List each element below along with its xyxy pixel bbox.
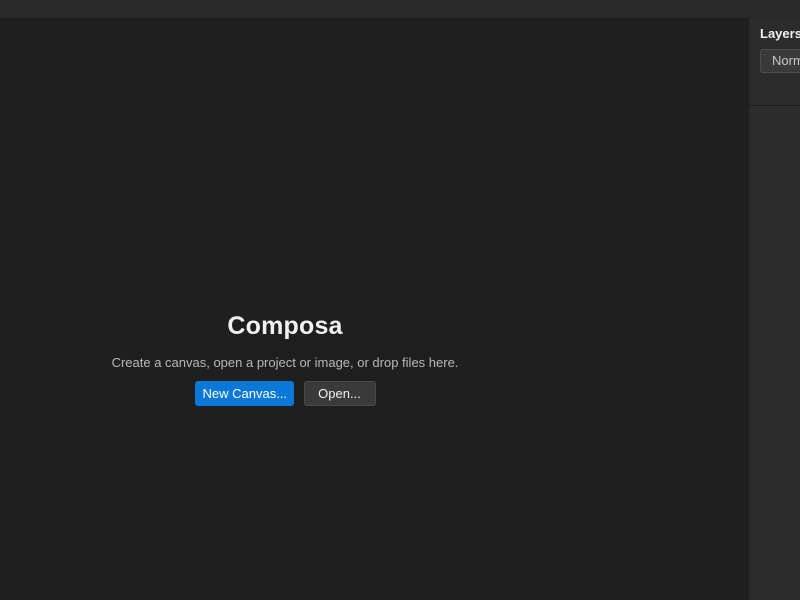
welcome-actions: New Canvas... Open... bbox=[0, 381, 570, 406]
app-window: Composa Create a canvas, open a project … bbox=[0, 0, 800, 600]
layers-title: Layers bbox=[760, 26, 800, 41]
open-button[interactable]: Open... bbox=[303, 381, 376, 406]
welcome-description: Create a canvas, open a project or image… bbox=[111, 355, 459, 370]
blend-mode-dropdown[interactable]: Norm bbox=[760, 49, 800, 73]
new-canvas-button[interactable]: New Canvas... bbox=[194, 381, 294, 406]
welcome-title: Composa bbox=[227, 312, 343, 340]
layers-header: Layers Norm bbox=[750, 18, 800, 106]
top-toolbar bbox=[0, 0, 800, 18]
layers-panel: Layers Norm bbox=[749, 18, 800, 600]
welcome-screen: Composa Create a canvas, open a project … bbox=[0, 308, 570, 406]
canvas-workspace[interactable]: Composa Create a canvas, open a project … bbox=[0, 18, 749, 600]
